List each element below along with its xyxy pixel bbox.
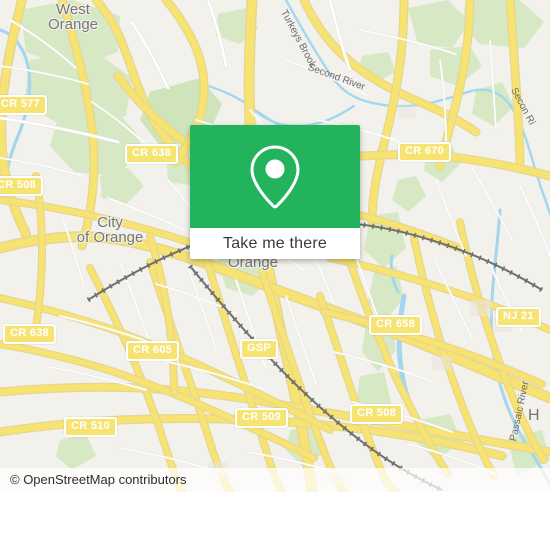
take-me-there-card[interactable]: Take me there bbox=[190, 125, 360, 259]
moovit-map-screenshot: .yc{fill:none;stroke:#e6d690;stroke-line… bbox=[0, 0, 550, 550]
footer-bar: Summit St (summit munn), East Orange, NJ… bbox=[0, 492, 550, 550]
card-image-area bbox=[190, 125, 360, 228]
osm-attribution: © OpenStreetMap contributors bbox=[0, 468, 550, 492]
take-me-there-label: Take me there bbox=[223, 234, 327, 252]
map-pin-icon bbox=[250, 144, 300, 208]
take-me-there-button[interactable]: Take me there bbox=[190, 228, 360, 259]
